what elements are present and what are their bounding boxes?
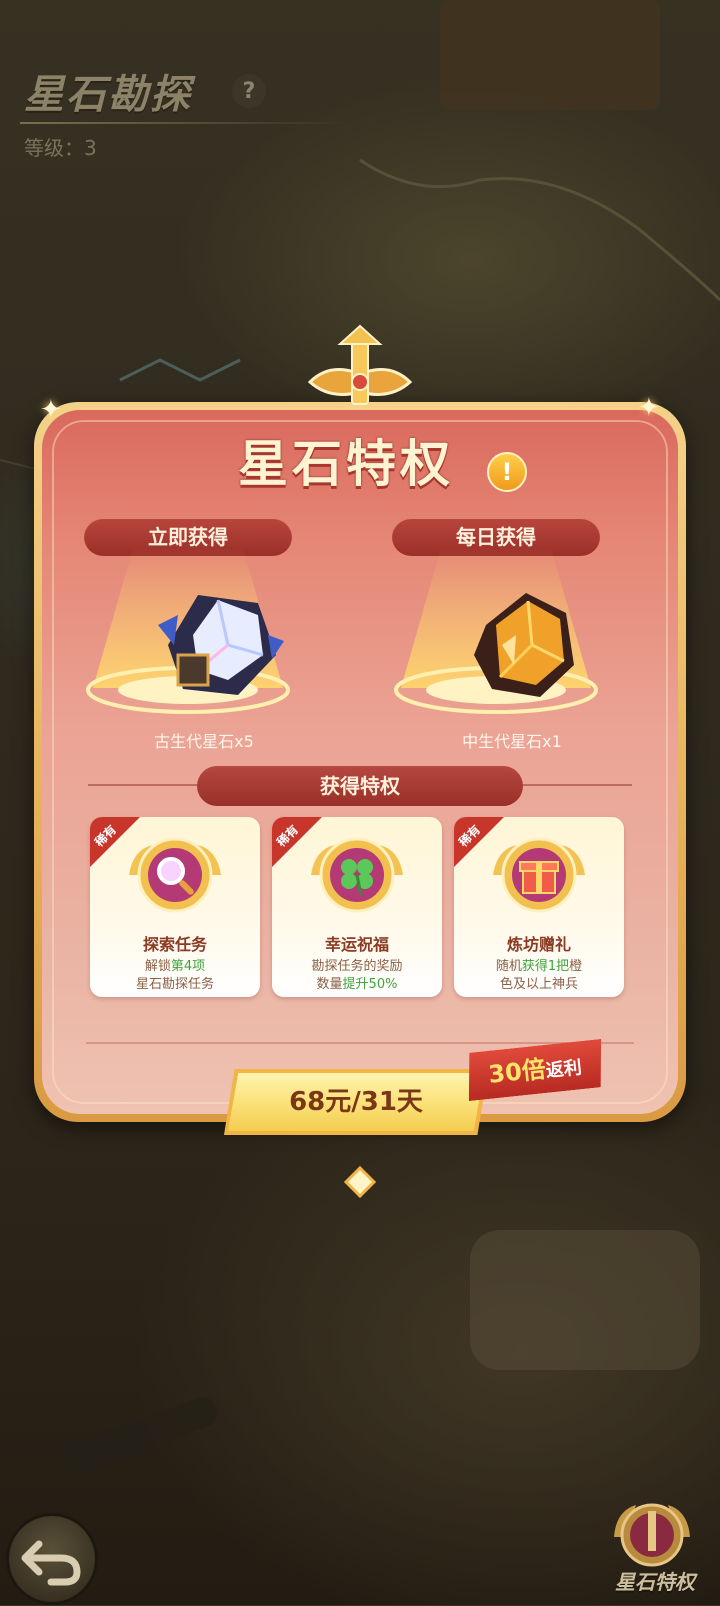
sparkle-icon: ✦ (40, 395, 62, 425)
price-divider (86, 1042, 634, 1044)
sword-crest-icon (307, 324, 413, 405)
back-arrow-icon (21, 1540, 81, 1586)
privileges-section-title: 获得特权 (197, 766, 523, 806)
level-label: 等级：3 (24, 136, 97, 160)
clover-icon (311, 837, 403, 913)
magnifier-icon (129, 837, 221, 913)
purchase-button[interactable]: 68元/31天 (228, 1073, 484, 1131)
mesozoic-starstone-icon (474, 593, 574, 697)
dialog-title: 星石特权 (238, 435, 454, 493)
card-description: 勘探任务的奖励 数量提升50% (311, 959, 403, 992)
instant-reward-label: 古生代星石x5 (154, 732, 254, 751)
privilege-card-gift[interactable]: 稀有 炼坊赠礼 随机获得1把橙 色及以上神兵 (454, 817, 624, 997)
card-description: 解锁第4项 星石勘探任务 (135, 959, 214, 992)
info-icon[interactable]: ! (487, 452, 527, 492)
paleozoic-starstone-icon (158, 595, 284, 695)
starstone-privilege-emblem-icon[interactable] (606, 1493, 698, 1573)
section-divider-right (522, 784, 632, 786)
title-underline (20, 122, 350, 124)
card-title: 幸运祝福 (324, 935, 389, 954)
diamond-ornament-icon (344, 1166, 376, 1198)
privilege-card-lucky[interactable]: 稀有 幸运祝福 勘探任务的奖励 数量提升50% (272, 817, 442, 997)
card-title: 探索任务 (142, 935, 207, 954)
daily-reward-label: 中生代星石x1 (462, 732, 562, 751)
gift-icon (493, 837, 585, 913)
section-divider-left (88, 784, 198, 786)
card-description: 随机获得1把橙 色及以上神兵 (495, 959, 583, 992)
privilege-card-explore[interactable]: 稀有 探索任务 解锁第4项 星石勘探任务 (90, 817, 260, 997)
privilege-entry-label[interactable]: 星石特权 (600, 1566, 710, 1595)
back-button[interactable] (6, 1513, 98, 1605)
sparkle-icon: ✦ (638, 393, 660, 423)
card-title: 炼坊赠礼 (506, 935, 571, 954)
help-icon[interactable]: ? (232, 74, 266, 108)
page-title: 星石勘探 (24, 72, 192, 118)
